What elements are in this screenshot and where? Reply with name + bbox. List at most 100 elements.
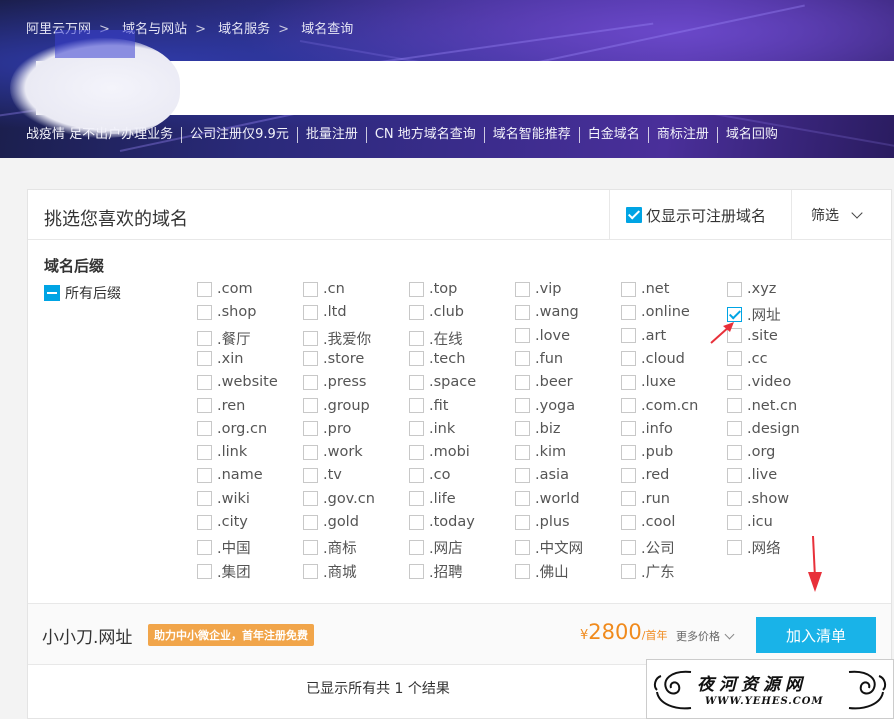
suffix-option[interactable]: .gov.cn: [303, 491, 375, 507]
checkbox-icon[interactable]: [621, 444, 636, 460]
suffix-option[interactable]: .plus: [515, 514, 570, 530]
checkbox-icon[interactable]: [621, 563, 636, 579]
checkbox-icon[interactable]: [303, 491, 318, 507]
checkbox-icon[interactable]: [409, 374, 424, 390]
checkbox-icon[interactable]: [515, 398, 530, 413]
suffix-option[interactable]: .fit: [409, 398, 448, 414]
suffix-option[interactable]: .中国: [197, 537, 251, 558]
suffix-option[interactable]: .link: [197, 444, 247, 460]
suffix-option[interactable]: .yoga: [515, 398, 575, 414]
checkbox-icon[interactable]: [621, 467, 636, 483]
checkbox-icon[interactable]: [621, 421, 636, 437]
suffix-option[interactable]: .world: [515, 491, 580, 507]
suffix-option[interactable]: .biz: [515, 421, 560, 437]
suffix-option[interactable]: .gold: [303, 514, 359, 530]
checkbox-icon[interactable]: [197, 444, 212, 460]
checkbox-icon[interactable]: [621, 540, 636, 556]
suffix-option[interactable]: .fun: [515, 351, 563, 367]
checkbox-icon[interactable]: [303, 374, 318, 390]
suffix-option[interactable]: .group: [303, 398, 370, 414]
suffix-option[interactable]: .live: [727, 467, 777, 483]
checkbox-icon[interactable]: [621, 281, 636, 297]
suffix-option[interactable]: .中文网: [515, 537, 583, 558]
checkbox-icon[interactable]: [409, 304, 424, 320]
checkbox-icon[interactable]: [621, 328, 636, 344]
suffix-option[interactable]: .佛山: [515, 561, 569, 582]
checkbox-icon[interactable]: [515, 374, 530, 390]
suffix-option[interactable]: .space: [409, 374, 476, 390]
checkbox-icon[interactable]: [303, 330, 318, 346]
checkbox-icon[interactable]: [621, 304, 636, 320]
checkbox-icon[interactable]: [409, 444, 424, 460]
checkbox-partial-icon[interactable]: [44, 285, 60, 301]
suffix-option[interactable]: .商标: [303, 537, 357, 558]
checkbox-icon[interactable]: [621, 514, 636, 530]
checkbox-checked-icon[interactable]: [626, 207, 642, 223]
checkbox-icon[interactable]: [409, 330, 424, 346]
checkbox-icon[interactable]: [621, 351, 636, 367]
suffix-option[interactable]: .cc: [727, 351, 768, 367]
suffix-option[interactable]: .wang: [515, 304, 579, 320]
suffix-option[interactable]: .love: [515, 328, 570, 344]
checkbox-icon[interactable]: [727, 444, 742, 460]
suffix-option[interactable]: .com.cn: [621, 398, 698, 414]
checkbox-icon[interactable]: [621, 398, 636, 413]
checkbox-icon[interactable]: [303, 563, 318, 579]
checkbox-icon[interactable]: [727, 351, 742, 367]
checkbox-icon[interactable]: [409, 421, 424, 437]
checkbox-icon[interactable]: [515, 563, 530, 579]
checkbox-icon[interactable]: [303, 540, 318, 556]
checkbox-icon[interactable]: [621, 491, 636, 507]
checkbox-icon[interactable]: [303, 398, 318, 413]
suffix-option[interactable]: .city: [197, 514, 248, 530]
checkbox-icon[interactable]: [409, 491, 424, 507]
suffix-option[interactable]: .xin: [197, 351, 243, 367]
checkbox-icon[interactable]: [303, 444, 318, 460]
suffix-option[interactable]: .在线: [409, 328, 463, 349]
checkbox-icon[interactable]: [197, 421, 212, 437]
checkbox-icon[interactable]: [197, 330, 212, 346]
checkbox-icon[interactable]: [727, 514, 742, 530]
checkbox-icon[interactable]: [409, 467, 424, 483]
suffix-option[interactable]: .广东: [621, 561, 675, 582]
suffix-option[interactable]: .art: [621, 328, 666, 344]
suffix-option[interactable]: .集团: [197, 561, 251, 582]
suffix-option[interactable]: .mobi: [409, 444, 470, 460]
suffix-option[interactable]: .press: [303, 374, 367, 390]
suffix-option[interactable]: .ltd: [303, 304, 347, 320]
suffix-option[interactable]: .网络: [727, 537, 781, 558]
suffix-option[interactable]: .co: [409, 467, 450, 483]
only-available-toggle[interactable]: 仅显示可注册域名: [609, 190, 792, 240]
suffix-option[interactable]: .我爱你: [303, 328, 371, 349]
checkbox-icon[interactable]: [515, 514, 530, 530]
suffix-option[interactable]: .com: [197, 281, 253, 297]
suffix-option[interactable]: .公司: [621, 537, 675, 558]
suffix-option[interactable]: .top: [409, 281, 457, 297]
suffix-option[interactable]: .ink: [409, 421, 455, 437]
checkbox-icon[interactable]: [515, 304, 530, 320]
suffix-option[interactable]: .tv: [303, 467, 342, 483]
suffix-option[interactable]: .ren: [197, 398, 245, 414]
suffix-option[interactable]: .pub: [621, 444, 673, 460]
checkbox-icon[interactable]: [197, 514, 212, 530]
suffix-option[interactable]: .tech: [409, 351, 465, 367]
promo-link[interactable]: 域名回购: [716, 127, 786, 143]
suffix-option[interactable]: .pro: [303, 421, 351, 437]
checkbox-icon[interactable]: [303, 351, 318, 367]
filter-dropdown[interactable]: 筛选: [811, 190, 863, 240]
add-to-list-button[interactable]: 加入清单: [756, 617, 876, 653]
suffix-option[interactable]: .website: [197, 374, 278, 390]
checkbox-icon[interactable]: [515, 351, 530, 367]
checkbox-icon[interactable]: [197, 351, 212, 367]
suffix-option[interactable]: .cool: [621, 514, 675, 530]
suffix-option[interactable]: .name: [197, 467, 263, 483]
checkbox-icon[interactable]: [515, 421, 530, 437]
suffix-option[interactable]: .luxe: [621, 374, 676, 390]
promo-link[interactable]: 白金域名: [578, 127, 648, 143]
suffix-option[interactable]: .store: [303, 351, 364, 367]
suffix-option[interactable]: .商城: [303, 561, 357, 582]
suffix-option[interactable]: .info: [621, 421, 673, 437]
checkbox-icon[interactable]: [409, 398, 424, 413]
checkbox-icon[interactable]: [197, 540, 212, 556]
checkbox-icon[interactable]: [515, 491, 530, 507]
